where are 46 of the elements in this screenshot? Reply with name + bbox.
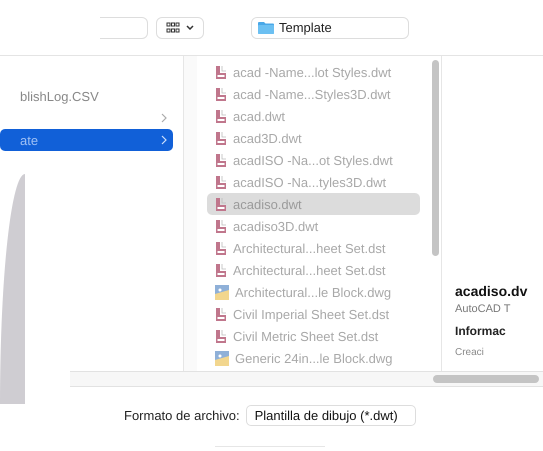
file-item[interactable]: acadiso3D.dwt xyxy=(207,215,420,237)
template-file-icon xyxy=(215,262,227,278)
scrollbar-thumb[interactable] xyxy=(432,60,439,256)
file-item[interactable]: Architectural...le Block.dwg xyxy=(207,281,420,303)
preview-title: acadiso.dv xyxy=(455,283,528,299)
template-file-icon xyxy=(215,108,227,124)
navigation-button[interactable] xyxy=(100,16,148,38)
folder-item[interactable]: ate xyxy=(0,129,173,151)
drawing-file-icon xyxy=(215,350,229,366)
chevron-right-icon xyxy=(161,135,167,145)
file-item[interactable]: acad3D.dwt xyxy=(207,127,420,149)
template-file-icon xyxy=(215,130,227,146)
file-item[interactable]: acadiso.dwt xyxy=(207,193,420,215)
file-item[interactable]: acad -Name...lot Styles.dwt xyxy=(207,61,420,83)
template-file-icon xyxy=(215,306,227,322)
template-file-icon xyxy=(215,174,227,190)
file-item[interactable]: blishLog.CSV xyxy=(0,85,173,107)
view-options-button[interactable] xyxy=(156,16,204,38)
template-file-icon xyxy=(215,152,227,168)
location-popup[interactable]: Template xyxy=(251,16,409,38)
file-item[interactable]: acadISO -Na...tyles3D.dwt xyxy=(207,171,420,193)
scrollbar-thumb[interactable] xyxy=(433,375,539,383)
folder-icon xyxy=(258,21,274,34)
template-file-icon xyxy=(215,196,227,212)
format-label: Formato de archivo: xyxy=(124,408,240,423)
preview-subtitle: AutoCAD T xyxy=(455,303,512,315)
file-item[interactable]: Architectural...heet Set.dst xyxy=(207,259,420,281)
template-file-icon xyxy=(215,218,227,234)
file-item[interactable]: Civil Metric Sheet Set.dst xyxy=(207,325,420,347)
info-label: Creaci xyxy=(455,347,485,358)
template-file-icon xyxy=(215,86,227,102)
chevron-down-icon xyxy=(186,25,194,30)
template-file-icon xyxy=(215,328,227,344)
file-item[interactable]: Civil Imperial Sheet Set.dst xyxy=(207,303,420,325)
drawing-file-icon xyxy=(215,284,229,300)
file-item[interactable]: Architectural...heet Set.dst xyxy=(207,237,420,259)
file-item[interactable]: acad -Name...Styles3D.dwt xyxy=(207,83,420,105)
section-heading: Informac xyxy=(455,324,507,338)
format-popup[interactable]: Plantilla de dibujo (*.dwt) xyxy=(246,405,416,426)
template-file-icon xyxy=(215,64,227,80)
grid-view-icon xyxy=(166,22,180,33)
file-item[interactable]: acadISO -Na...ot Styles.dwt xyxy=(207,149,420,171)
file-item[interactable]: acad.dwt xyxy=(207,105,420,127)
chevron-right-icon xyxy=(161,113,167,123)
file-item[interactable]: Generic 24in...le Block.dwg xyxy=(207,347,420,369)
template-file-icon xyxy=(215,240,227,256)
